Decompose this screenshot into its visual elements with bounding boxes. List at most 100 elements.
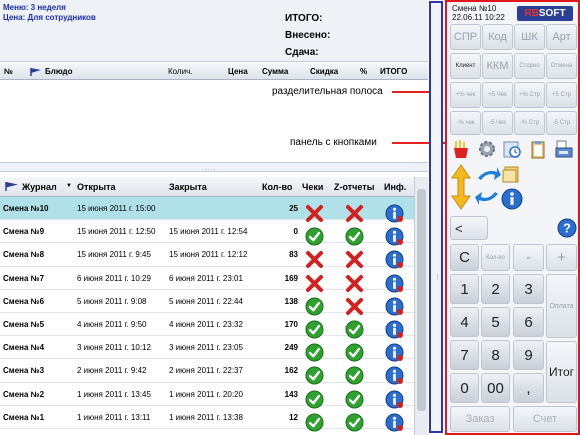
order-summary: Меню: 3 неделя Цена: Для сотрудников ИТО… xyxy=(0,0,428,62)
client-button[interactable]: Клиент xyxy=(450,53,481,79)
current-shift: Смена №10 xyxy=(452,4,497,13)
col-opened[interactable]: Открыта xyxy=(77,182,116,192)
key-2[interactable]: 2 xyxy=(481,274,510,304)
clock-icon[interactable] xyxy=(502,139,522,159)
table-row[interactable]: Смена №6 5 июня 2011 г. 9:08 5 июня 2011 г… xyxy=(0,290,414,316)
table-row[interactable]: Смена №1 1 июня 2011 г. 13:11 1 июня 2011 … xyxy=(0,406,414,432)
check-count: 12 xyxy=(289,412,298,422)
button-panel: Смена №10 22.06.11 10:22 RBSOFT СПР Код … xyxy=(445,0,580,435)
cancel-button[interactable]: Отмена xyxy=(546,53,577,79)
kkm-button[interactable]: ККМ xyxy=(482,53,513,79)
table-row[interactable]: Смена №9 15 июня 2011 г. 12:50 15 июня 201… xyxy=(0,220,414,246)
opened-date: 15 июня 2011 г. 12:50 xyxy=(77,227,156,237)
bill-button[interactable]: Счет xyxy=(513,406,577,432)
col-percent[interactable]: % xyxy=(360,67,367,76)
col-z-reports[interactable]: Z-отчеты xyxy=(334,182,374,192)
table-row[interactable]: Смена №5 4 июня 2011 г. 9:50 4 июня 2011 г… xyxy=(0,313,414,339)
current-datetime: 22.06.11 10:22 xyxy=(452,13,505,22)
back-button[interactable]: < xyxy=(450,216,488,240)
key-00[interactable]: 00 xyxy=(481,373,510,403)
check-count: 138 xyxy=(284,296,298,306)
col-journal[interactable]: Журнал xyxy=(22,182,57,192)
add-percent-line-button[interactable]: +% Стр xyxy=(514,82,545,108)
storno-button[interactable]: Сторно xyxy=(514,53,545,79)
gear-icon[interactable] xyxy=(477,139,497,159)
col-checks[interactable]: Чеки xyxy=(302,182,323,192)
check-count: 162 xyxy=(284,366,298,376)
minus-button[interactable]: - xyxy=(513,244,544,271)
details-info-icon[interactable] xyxy=(385,413,404,432)
journal-header: Журнал ▼ Открыта Закрыта Кол-во Чеки Z-о… xyxy=(0,177,414,197)
table-row[interactable]: Смена №8 15 июня 2011 г. 9:45 15 июня 2011… xyxy=(0,243,414,269)
shift-name: Смена №2 xyxy=(3,389,45,399)
sub-percent-check-button[interactable]: -% чек xyxy=(450,111,481,135)
key-6[interactable]: 6 xyxy=(513,307,544,337)
table-row[interactable]: Смена №7 6 июня 2011 г. 10:29 6 июня 2011 … xyxy=(0,267,414,293)
vertical-splitter[interactable]: ⋮ xyxy=(429,1,443,433)
scrollbar-thumb[interactable] xyxy=(417,189,426,411)
col-price[interactable]: Цена xyxy=(228,67,248,76)
article-button[interactable]: Арт xyxy=(546,24,577,50)
sub-percent-line-button[interactable]: -% Стр xyxy=(514,111,545,135)
key-9[interactable]: 9 xyxy=(513,340,544,370)
col-closed[interactable]: Закрыта xyxy=(169,182,207,192)
col-discount[interactable]: Скидка xyxy=(310,67,338,76)
key-comma[interactable]: , xyxy=(513,373,544,403)
cash-register-icon[interactable] xyxy=(554,139,574,159)
opened-date: 1 июня 2011 г. 13:11 xyxy=(77,412,151,422)
payment-button[interactable]: Оплата xyxy=(546,274,577,338)
shift-name: Смена №6 xyxy=(3,296,45,306)
key-7[interactable]: 7 xyxy=(450,340,479,370)
key-3[interactable]: 3 xyxy=(513,274,544,304)
add-five-line-button[interactable]: +5 Стр xyxy=(546,82,577,108)
table-row[interactable]: Смена №10 15 июня 2011 г. 15:00 25 xyxy=(0,197,414,223)
col-total[interactable]: ИТОГО xyxy=(380,67,407,76)
splitter-bar[interactable]: ..... xyxy=(0,162,428,172)
z-report-check-icon xyxy=(345,413,364,432)
documents-icon[interactable] xyxy=(501,164,521,184)
quantity-button[interactable]: Кол-во xyxy=(481,244,510,271)
col-info[interactable]: Инф. xyxy=(384,182,406,192)
add-five-check-button[interactable]: +5 Чек xyxy=(482,82,513,108)
opened-date: 1 июня 2011 г. 13:45 xyxy=(77,389,151,399)
col-dish[interactable]: Блюдо xyxy=(45,67,73,76)
code-button[interactable]: Код xyxy=(482,24,513,50)
shift-name: Смена №9 xyxy=(3,227,45,237)
col-number[interactable]: № xyxy=(4,67,13,76)
up-down-arrows-icon[interactable] xyxy=(451,164,471,210)
swap-arrows-icon[interactable] xyxy=(475,164,501,210)
total-button[interactable]: Итог xyxy=(546,341,577,403)
barcode-button[interactable]: ШК xyxy=(514,24,545,50)
sub-five-line-button[interactable]: -5 Стр xyxy=(546,111,577,135)
col-qty[interactable]: Колич. xyxy=(168,67,192,76)
info-icon-large[interactable] xyxy=(501,188,523,210)
checks-check-icon xyxy=(305,413,324,432)
add-percent-check-button[interactable]: +% чек xyxy=(450,82,481,108)
closed-date: 2 июня 2011 г. 22:37 xyxy=(169,366,243,376)
clipboard-icon[interactable] xyxy=(528,139,548,159)
shift-name: Смена №10 xyxy=(3,204,49,213)
help-icon[interactable]: ? xyxy=(557,218,577,238)
order-button[interactable]: Заказ xyxy=(450,406,510,432)
key-8[interactable]: 8 xyxy=(481,340,510,370)
opened-date: 4 июня 2011 г. 9:50 xyxy=(77,319,147,329)
col-count[interactable]: Кол-во xyxy=(262,182,292,192)
table-row[interactable]: Смена №3 2 июня 2011 г. 9:42 2 июня 2011 г… xyxy=(0,359,414,385)
opened-date: 2 июня 2011 г. 9:42 xyxy=(77,366,147,376)
plus-button[interactable]: + xyxy=(546,244,577,271)
col-sum[interactable]: Сумма xyxy=(262,67,288,76)
svg-text:?: ? xyxy=(563,221,571,236)
fries-icon[interactable] xyxy=(451,139,471,159)
closed-date: 3 июня 2011 г. 23:05 xyxy=(169,343,243,353)
opened-date: 5 июня 2011 г. 9:08 xyxy=(77,296,147,306)
spr-button[interactable]: СПР xyxy=(450,24,481,50)
journal-scrollbar[interactable] xyxy=(414,177,428,435)
key-0[interactable]: 0 xyxy=(450,373,479,403)
table-row[interactable]: Смена №2 1 июня 2011 г. 13:45 1 июня 2011 … xyxy=(0,383,414,408)
key-4[interactable]: 4 xyxy=(450,307,479,337)
clear-button[interactable]: C xyxy=(450,244,479,271)
sub-five-check-button[interactable]: -5 Чек xyxy=(482,111,513,135)
key-5[interactable]: 5 xyxy=(481,307,510,337)
table-row[interactable]: Смена №4 3 июня 2011 г. 10:12 3 июня 2011 … xyxy=(0,336,414,362)
key-1[interactable]: 1 xyxy=(450,274,479,304)
